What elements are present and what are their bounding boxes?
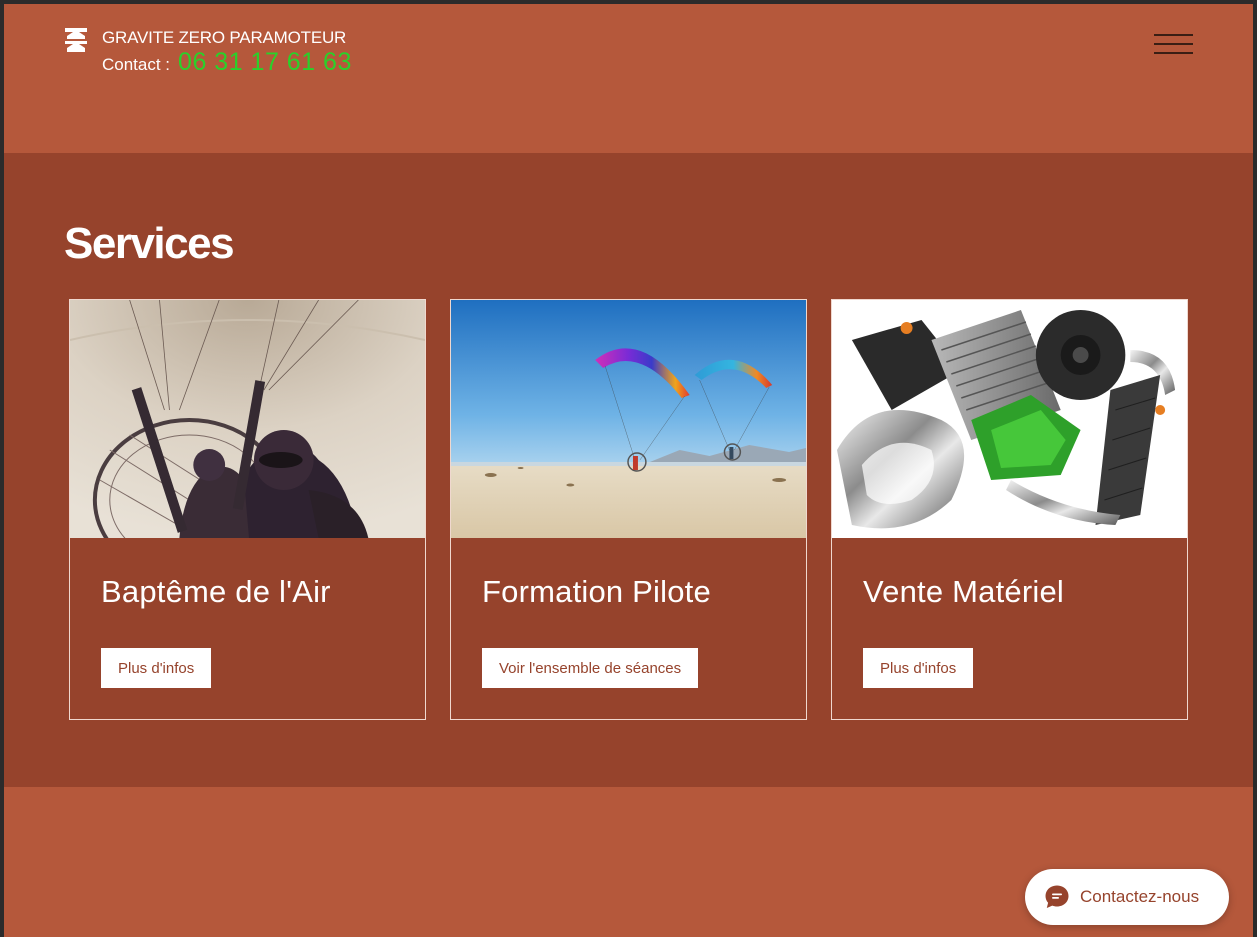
hamburger-menu-icon [1154, 34, 1193, 36]
chat-label: Contactez-nous [1080, 887, 1200, 906]
services-section: Services Baptême de l'Air Plus d'infos F… [4, 153, 1253, 787]
page: GRAVITE ZERO PARAMOTEUR Contact : 06 31 … [4, 4, 1253, 937]
chat-bubble-icon [1045, 885, 1069, 908]
contact-info: Contact : 06 31 17 61 63 [102, 48, 352, 77]
paramotor-engine-image [832, 300, 1187, 538]
voir-seances-button[interactable]: Voir l'ensemble de séances [482, 648, 699, 688]
card-title: Baptême de l'Air [101, 574, 331, 609]
plus-infos-button[interactable]: Plus d'infos [863, 648, 974, 688]
contact-label: Contact : [102, 55, 171, 74]
brand-logo-icon[interactable] [63, 26, 89, 54]
card-title: Vente Matériel [863, 574, 1064, 609]
brand-title[interactable]: GRAVITE ZERO PARAMOTEUR [102, 28, 346, 48]
tandem-paramotor-flight-image [70, 300, 425, 538]
contact-phone[interactable]: 06 31 17 61 63 [178, 48, 352, 77]
section-title: Services [64, 219, 235, 268]
paragliders-over-beach-image [451, 300, 806, 538]
hamburger-menu-button[interactable] [1154, 34, 1194, 54]
service-card-formation: Formation Pilote Voir l'ensemble de séan… [450, 299, 807, 720]
service-card-bapteme: Baptême de l'Air Plus d'infos [69, 299, 426, 720]
site-header: GRAVITE ZERO PARAMOTEUR Contact : 06 31 … [4, 4, 1253, 153]
card-title: Formation Pilote [482, 574, 711, 609]
service-card-vente: Vente Matériel Plus d'infos [831, 299, 1188, 720]
contactez-nous-chat-button[interactable]: Contactez-nous [1025, 869, 1229, 925]
plus-infos-button[interactable]: Plus d'infos [101, 648, 212, 688]
